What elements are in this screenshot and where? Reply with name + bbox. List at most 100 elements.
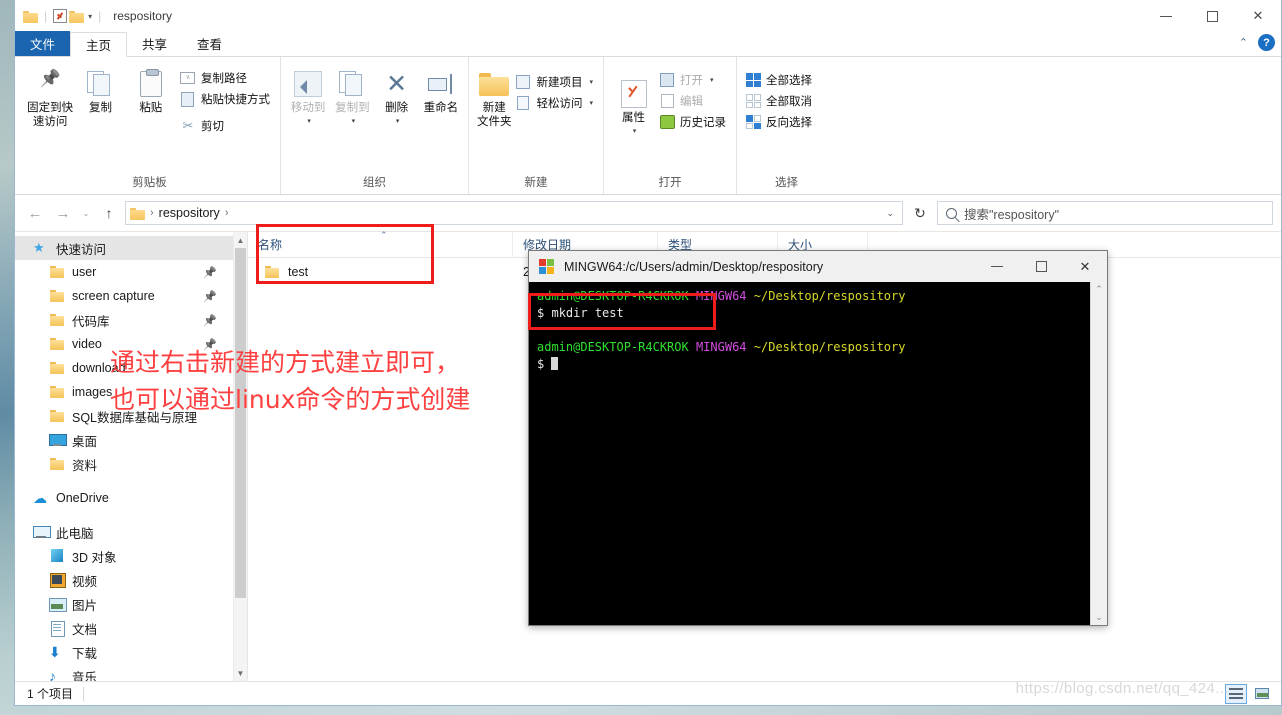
close-button[interactable]: ✕	[1235, 0, 1281, 32]
move-to-button[interactable]: 移动到 ▾	[287, 63, 329, 129]
sidebar-item-sql-db[interactable]: SQL数据库基础与原理	[15, 404, 233, 428]
chevron-down-icon[interactable]: ▾	[352, 115, 356, 129]
collapse-ribbon-icon[interactable]: ⌃	[1239, 36, 1248, 49]
select-none-button[interactable]: 全部取消	[743, 92, 816, 110]
open-button[interactable]: 打开 ▾	[657, 71, 730, 89]
sidebar-item-desktop[interactable]: 桌面	[15, 428, 233, 452]
file-name-cell[interactable]: test	[248, 264, 513, 280]
chevron-down-icon[interactable]: ▾	[589, 78, 593, 86]
large-icons-view-icon[interactable]	[1251, 684, 1273, 704]
invert-selection-button[interactable]: 反向选择	[743, 113, 816, 131]
tab-view[interactable]: 查看	[182, 31, 237, 56]
new-folder-button[interactable]: 新建 文件夹	[475, 63, 513, 129]
terminal-maximize-button[interactable]	[1019, 251, 1063, 282]
terminal-cursor	[551, 357, 559, 370]
paste-button[interactable]: 粘贴	[126, 63, 176, 115]
cut-button[interactable]: ✂ 剪切	[178, 117, 274, 135]
checkbox-checked-icon[interactable]	[53, 9, 68, 23]
select-all-button[interactable]: 全部选择	[743, 71, 816, 89]
sidebar-item-user[interactable]: user 📌	[15, 260, 233, 284]
chevron-down-icon[interactable]: ▾	[307, 115, 311, 129]
terminal-title: MINGW64:/c/Users/admin/Desktop/resposito…	[564, 259, 824, 274]
folder-icon[interactable]	[23, 10, 38, 23]
pin-to-quick-access-button[interactable]: 固定到快 速访问	[25, 63, 75, 129]
copy-button[interactable]: 复制	[75, 63, 125, 115]
scroll-up-icon[interactable]: ⌃	[1095, 284, 1103, 295]
terminal-close-button[interactable]: ✕	[1063, 251, 1107, 282]
chevron-down-icon[interactable]: ▾	[396, 115, 400, 129]
navigation-pane-scrollbar[interactable]: ▲ ▼	[233, 232, 247, 681]
search-input[interactable]: 搜索"respository"	[964, 204, 1059, 223]
terminal-output[interactable]: admin@DESKTOP-R4CKROK MINGW64 ~/Desktop/…	[529, 282, 1090, 625]
tab-share[interactable]: 共享	[127, 31, 182, 56]
desktop-icon	[49, 432, 67, 448]
edit-button[interactable]: 编辑	[657, 92, 730, 110]
sidebar-item-video[interactable]: video 📌	[15, 332, 233, 356]
sidebar-item-downloads[interactable]: ⬇ 下载	[15, 640, 233, 664]
terminal-user: admin@DESKTOP-R4CKROK	[537, 289, 689, 303]
rename-button[interactable]: 重命名	[420, 63, 462, 115]
properties-button[interactable]: 属性 ▾	[610, 63, 657, 139]
pin-icon[interactable]: 📌	[203, 266, 217, 279]
scrollbar-thumb[interactable]	[235, 248, 246, 598]
help-button[interactable]: ?	[1258, 34, 1275, 51]
folder-icon[interactable]	[69, 10, 85, 23]
easy-access-button[interactable]: 轻松访问 ▾	[513, 94, 597, 112]
pin-icon	[39, 67, 61, 101]
sidebar-item-materials[interactable]: 资料	[15, 452, 233, 476]
tab-home[interactable]: 主页	[70, 32, 128, 57]
button-label: 编辑	[680, 96, 703, 108]
sidebar-item-pictures[interactable]: 图片	[15, 592, 233, 616]
pin-icon[interactable]: 📌	[203, 290, 217, 303]
terminal-prompt: $	[537, 306, 545, 320]
item-count: 1 个项目	[27, 687, 74, 701]
chevron-down-icon[interactable]: ▾	[88, 12, 92, 21]
sidebar-item-download[interactable]: download	[15, 356, 233, 380]
sidebar-item-onedrive[interactable]: ☁ OneDrive	[15, 486, 233, 510]
terminal-scrollbar[interactable]: ⌃ ⌄	[1090, 282, 1107, 625]
chevron-down-icon[interactable]: ▾	[589, 99, 593, 107]
scroll-up-icon[interactable]: ▲	[234, 232, 247, 248]
chevron-down-icon[interactable]: ⌄	[886, 208, 898, 219]
breadcrumb-respository[interactable]: respository	[159, 206, 220, 220]
sidebar-item-screen-capture[interactable]: screen capture 📌	[15, 284, 233, 308]
terminal-body[interactable]: admin@DESKTOP-R4CKROK MINGW64 ~/Desktop/…	[529, 282, 1107, 625]
sidebar-item-videos[interactable]: 视频	[15, 568, 233, 592]
tab-file[interactable]: 文件	[15, 31, 71, 56]
chevron-down-icon[interactable]: ▾	[710, 76, 714, 84]
scroll-down-icon[interactable]: ⌄	[1095, 612, 1103, 623]
pin-icon[interactable]: 📌	[203, 338, 217, 351]
sidebar-item-code-repo[interactable]: 代码库 📌	[15, 308, 233, 332]
maximize-button[interactable]	[1189, 0, 1235, 32]
sidebar-item-this-pc[interactable]: 此电脑	[15, 520, 233, 544]
sidebar-item-documents[interactable]: 文档	[15, 616, 233, 640]
recent-locations-icon[interactable]: ⌄	[79, 201, 93, 225]
ribbon-group-clipboard: 固定到快 速访问 复制 粘贴 \\ 复制路径	[19, 57, 281, 194]
sidebar-item-images[interactable]: images	[15, 380, 233, 404]
up-button[interactable]: ↑	[97, 201, 121, 225]
chevron-down-icon[interactable]: ▾	[633, 125, 637, 139]
delete-button[interactable]: ✕ 删除 ▾	[376, 63, 418, 129]
sidebar-item-music[interactable]: ♪ 音乐	[15, 664, 233, 681]
sidebar-item-3d-objects[interactable]: 3D 对象	[15, 544, 233, 568]
pin-icon[interactable]: 📌	[203, 314, 217, 327]
paste-shortcut-button[interactable]: 粘贴快捷方式	[178, 90, 274, 108]
history-button[interactable]: 历史记录	[657, 113, 730, 131]
terminal-minimize-button[interactable]	[975, 251, 1019, 282]
breadcrumb-separator[interactable]: ›	[223, 207, 231, 219]
copy-to-button[interactable]: 复制到 ▾	[331, 63, 373, 129]
sidebar-item-quick-access[interactable]: ★ 快速访问	[15, 236, 233, 260]
address-bar[interactable]: › respository › ⌄	[125, 201, 903, 225]
new-item-button[interactable]: 新建项目 ▾	[513, 73, 597, 91]
copy-path-button[interactable]: \\ 复制路径	[178, 69, 274, 87]
select-all-icon	[745, 72, 761, 88]
scroll-down-icon[interactable]: ▼	[234, 665, 247, 681]
forward-button[interactable]: →	[51, 201, 75, 225]
qat-divider: |	[98, 9, 102, 23]
search-box[interactable]: 搜索"respository"	[937, 201, 1273, 225]
folder-icon	[49, 384, 65, 400]
minimize-button[interactable]	[1143, 0, 1189, 32]
back-button[interactable]: ←	[23, 201, 47, 225]
refresh-button[interactable]: ↻	[907, 201, 933, 225]
column-header-name[interactable]: ⌃ 名称	[248, 230, 513, 258]
